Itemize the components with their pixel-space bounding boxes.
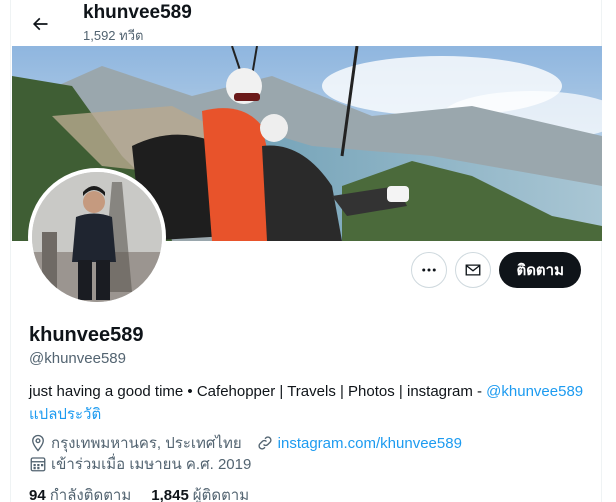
translate-bio-link[interactable]: แปลประวัติ [29, 402, 101, 426]
follow-button[interactable]: ติดตาม [499, 252, 581, 288]
following-link[interactable]: 94 กำลังติดตาม [29, 483, 131, 502]
header-name: khunvee589 [83, 2, 192, 23]
link-icon [256, 434, 274, 452]
location-pin-icon [29, 434, 47, 452]
top-bar: khunvee589 1,592 ทวีต [11, 0, 601, 46]
user-handle: @khunvee589 [29, 350, 126, 367]
display-name: khunvee589 [29, 324, 144, 346]
envelope-icon [466, 264, 481, 276]
more-dots-icon [422, 268, 437, 272]
bio-mention-link[interactable]: @khunvee589 [486, 383, 583, 400]
followers-link[interactable]: 1,845 ผู้ติดตาม [151, 483, 249, 502]
following-label: กำลังติดตาม [49, 487, 132, 502]
message-button[interactable] [455, 252, 492, 288]
calendar-icon [29, 455, 47, 473]
avatar[interactable] [28, 168, 166, 306]
profile-actions: ติดตาม [411, 252, 581, 288]
arrow-left-icon [32, 17, 48, 31]
joined-text: เข้าร่วมเมื่อ เมษายน ค.ศ. 2019 [51, 456, 252, 473]
followers-label: ผู้ติดตาม [192, 487, 250, 502]
more-button[interactable] [411, 252, 448, 288]
following-count: 94 [29, 487, 46, 502]
profile-joined-row: เข้าร่วมเมื่อ เมษายน ค.ศ. 2019 [29, 452, 251, 476]
tweet-count: 1,592 ทวีต [83, 28, 144, 43]
avatar-image [32, 172, 162, 302]
followers-count: 1,845 [151, 487, 189, 502]
bio: just having a good time • Cafehopper | T… [29, 382, 589, 402]
website-link[interactable]: instagram.com/khunvee589 [278, 435, 462, 452]
bio-text: just having a good time • Cafehopper | T… [29, 383, 487, 400]
follow-stats: 94 กำลังติดตาม 1,845 ผู้ติดตาม [29, 483, 249, 502]
back-button[interactable] [23, 7, 57, 41]
profile-page: khunvee589 1,592 ทวีต ติดตาม khunvee589 … [10, 0, 602, 502]
